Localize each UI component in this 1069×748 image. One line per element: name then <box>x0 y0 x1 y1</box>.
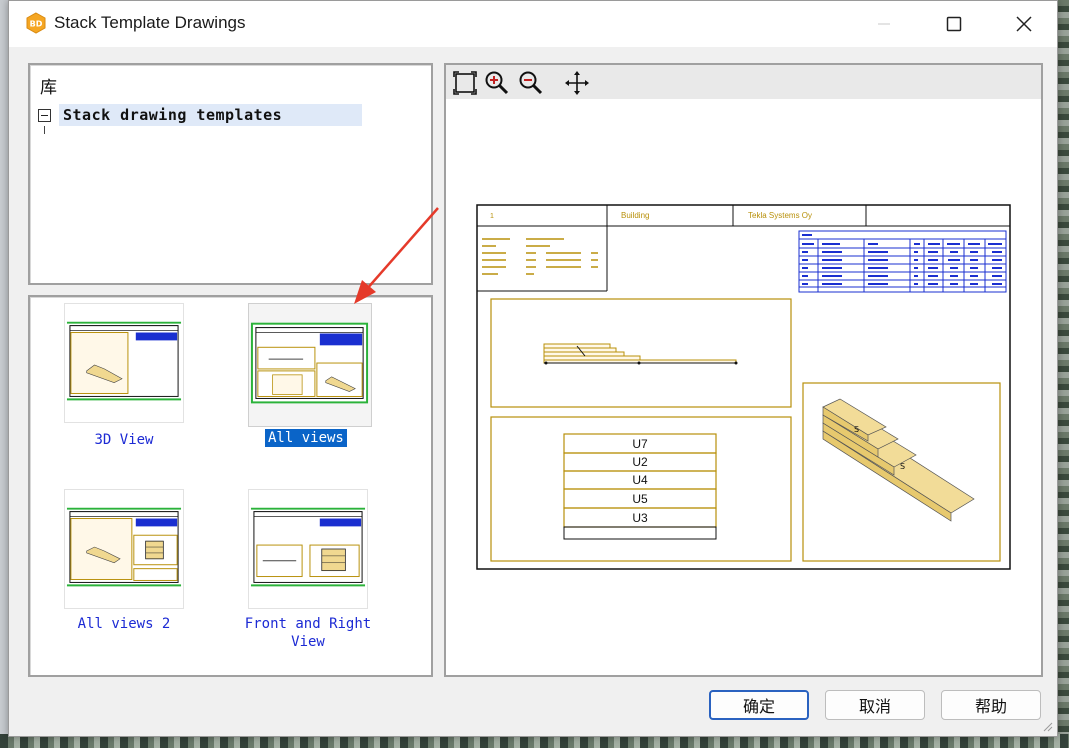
stack-row-4: U5 <box>632 492 648 506</box>
template-thumbnail-3d-view[interactable] <box>64 303 184 423</box>
template-thumbnail-all-views-2[interactable] <box>64 489 184 609</box>
tree-connector <box>44 126 45 134</box>
svg-text:BD: BD <box>30 20 43 29</box>
title-block-cell-3: Tekla Systems Oy <box>748 211 812 220</box>
drawing-preview[interactable]: 1 Building Tekla Systems Oy U7 U2 U4 U5 … <box>446 99 1041 675</box>
template-label-all-views[interactable]: All views <box>265 429 347 447</box>
label-line-2: View <box>291 634 325 650</box>
tree-item-stack-templates[interactable]: Stack drawing templates <box>38 103 393 127</box>
title-block-cell-2: Building <box>621 211 649 220</box>
stack-row-5: U3 <box>632 511 648 525</box>
svg-text:S: S <box>854 425 859 434</box>
stack-row-1: U7 <box>632 437 648 451</box>
template-thumbnail-front-and-right-view[interactable] <box>248 489 368 609</box>
template-label-3d-view[interactable]: 3D View <box>64 431 184 449</box>
template-thumbnails-panel[interactable]: 3D View All views All views 2 Front and … <box>28 295 433 677</box>
zoom-in-icon[interactable] <box>484 70 510 96</box>
window-title: Stack Template Drawings <box>54 13 246 32</box>
maximize-button[interactable] <box>919 1 989 47</box>
title-bar[interactable]: BD Stack Template Drawings <box>9 1 1057 47</box>
minimize-icon <box>878 23 890 25</box>
label-line-1: Front and Right <box>244 616 372 632</box>
tree-item-label: Stack drawing templates <box>59 104 363 126</box>
close-button[interactable] <box>989 1 1059 47</box>
zoom-fit-icon[interactable] <box>452 70 478 96</box>
stack-row-3: U4 <box>632 473 648 487</box>
library-header: 库 <box>40 78 57 98</box>
title-block-cell-1: 1 <box>490 213 494 220</box>
app-logo-icon: BD <box>26 12 46 34</box>
cancel-button[interactable]: 取消 <box>825 690 925 720</box>
maximize-icon <box>946 16 962 32</box>
stack-row-2: U2 <box>632 455 648 469</box>
help-button[interactable]: 帮助 <box>941 690 1041 720</box>
ok-button[interactable]: 确定 <box>709 690 809 720</box>
template-label-front-and-right-view[interactable]: Front and Right View <box>238 615 378 651</box>
preview-toolbar <box>446 65 1041 99</box>
pan-icon[interactable] <box>564 70 590 96</box>
template-label-all-views-2[interactable]: All views 2 <box>64 615 184 633</box>
svg-text:S: S <box>900 462 905 471</box>
close-icon <box>1016 16 1032 32</box>
template-thumbnail-all-views[interactable] <box>248 303 372 427</box>
dialog-window: BD Stack Template Drawings 库 Stack drawi… <box>8 0 1058 737</box>
resize-grip-icon[interactable] <box>1043 722 1053 732</box>
zoom-out-icon[interactable] <box>518 70 544 96</box>
annotation-arrow-icon <box>354 207 439 304</box>
preview-panel[interactable]: 1 Building Tekla Systems Oy U7 U2 U4 U5 … <box>444 63 1043 677</box>
collapse-icon[interactable] <box>38 108 51 122</box>
minimize-button[interactable] <box>849 1 919 47</box>
